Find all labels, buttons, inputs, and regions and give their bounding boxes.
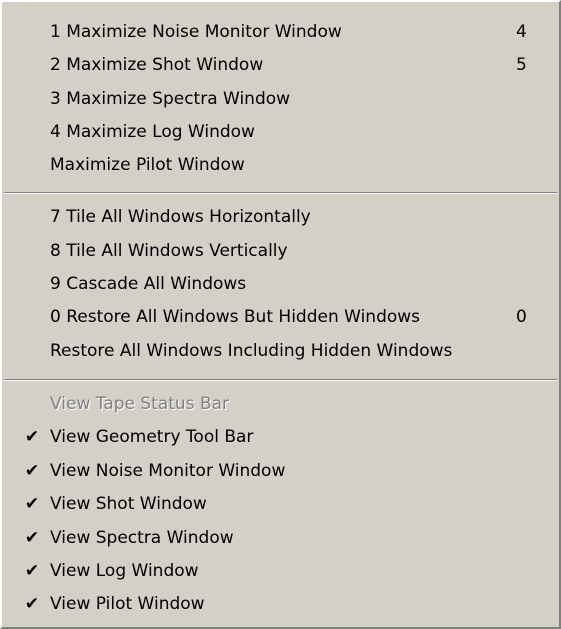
menu-separator [4,192,557,194]
menu-item-restore-including-hidden[interactable]: Restore All Windows Including Hidden Win… [2,335,559,368]
menu-item-label: 2 Maximize Shot Window [50,55,264,75]
menu-item-tile-horizontally[interactable]: 7 Tile All Windows Horizontally [2,201,559,234]
menu-item-restore-but-hidden[interactable]: 0 Restore All Windows But Hidden Windows… [2,301,559,334]
menu-item-view-geometry-tool-bar[interactable]: ✔ View Geometry Tool Bar [2,421,559,454]
menu-item-maximize-log[interactable]: 4 Maximize Log Window [2,116,559,149]
menu-item-label: 0 Restore All Windows But Hidden Windows [50,307,421,327]
checkmark-icon: ✔ [24,561,40,581]
menu-item-label: View Log Window [50,561,199,581]
menu-item-label: 9 Cascade All Windows [50,274,247,294]
menu-item-maximize-shot[interactable]: 2 Maximize Shot Window 5 [2,49,559,82]
menu-item-label: 7 Tile All Windows Horizontally [50,207,311,227]
menu-item-label: 8 Tile All Windows Vertically [50,241,288,261]
menu-item-view-pilot[interactable]: ✔ View Pilot Window [2,588,559,621]
menu-item-label: View Geometry Tool Bar [50,427,254,447]
checkmark-icon: ✔ [24,594,40,614]
menu-item-tile-vertically[interactable]: 8 Tile All Windows Vertically [2,235,559,268]
checkmark-icon: ✔ [24,427,40,447]
menu-item-label: View Tape Status Bar [50,394,230,414]
checkmark-icon: ✔ [24,461,40,481]
menu-item-label: View Noise Monitor Window [50,461,286,481]
menu-item-label: 3 Maximize Spectra Window [50,89,291,109]
menu-item-view-log[interactable]: ✔ View Log Window [2,555,559,588]
menu-item-shortcut: 0 [516,307,527,327]
menu-item-label: 1 Maximize Noise Monitor Window [50,22,342,42]
menu-item-maximize-spectra[interactable]: 3 Maximize Spectra Window [2,83,559,116]
checkmark-icon: ✔ [24,494,40,514]
menu-item-cascade[interactable]: 9 Cascade All Windows [2,268,559,301]
menu-item-maximize-noise-monitor[interactable]: 1 Maximize Noise Monitor Window 4 [2,16,559,49]
menu-item-label: View Shot Window [50,494,207,514]
menu-item-view-tape-status-bar: View Tape Status Bar [2,388,559,421]
checkmark-icon: ✔ [24,528,40,548]
menu-item-maximize-pilot[interactable]: Maximize Pilot Window [2,149,559,182]
menu-item-shortcut: 5 [516,55,527,75]
menu-item-shortcut: 4 [516,22,527,42]
menu-item-label: Maximize Pilot Window [50,155,245,175]
menu-item-label: 4 Maximize Log Window [50,122,255,142]
menu-item-label: View Pilot Window [50,594,205,614]
menu-item-view-noise-monitor[interactable]: ✔ View Noise Monitor Window [2,455,559,488]
menu-item-view-spectra[interactable]: ✔ View Spectra Window [2,522,559,555]
window-menu: 1 Maximize Noise Monitor Window 4 2 Maxi… [0,0,561,629]
menu-item-view-shot[interactable]: ✔ View Shot Window [2,488,559,521]
menu-separator [4,379,557,381]
menu-item-label: View Spectra Window [50,528,234,548]
menu-item-label: Restore All Windows Including Hidden Win… [50,341,453,361]
